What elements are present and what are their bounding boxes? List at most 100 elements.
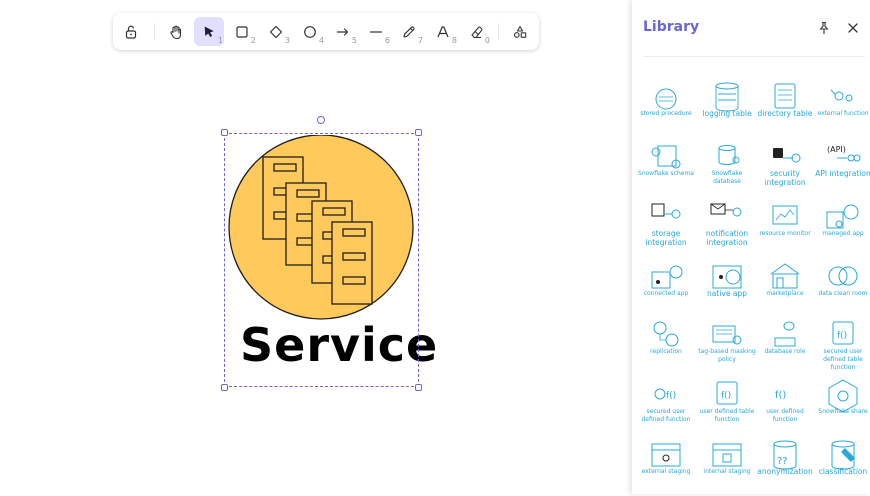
svg-text:f(): f(): [837, 331, 847, 341]
library-item-label: data clean room: [818, 290, 868, 297]
diamond-tool-button[interactable]: 3: [261, 17, 291, 46]
resize-handle-sw[interactable]: [221, 384, 228, 391]
rectangle-icon: [236, 25, 248, 38]
library-item-label: secured user defined table function: [823, 348, 863, 371]
library-item[interactable]: replication: [640, 318, 692, 376]
library-item-label: resource monitor: [759, 230, 811, 237]
library-item-label: native app: [707, 289, 747, 298]
library-title: Library: [643, 19, 700, 35]
rectangle-tool-button[interactable]: 2: [227, 17, 257, 46]
shortcut-number: 1: [217, 36, 223, 45]
unlock-icon: [125, 25, 137, 39]
hand-icon: [170, 25, 182, 39]
shortcut-number: 5: [351, 36, 357, 45]
library-item-label: external staging: [641, 468, 691, 475]
library-item[interactable]: internal staging: [701, 438, 753, 496]
pencil-icon: [403, 25, 415, 38]
circle-icon: [304, 25, 316, 38]
library-item-label: internal staging: [703, 468, 751, 475]
library-item[interactable]: directory table: [758, 80, 812, 138]
library-item[interactable]: stored procedure: [640, 80, 692, 138]
svg-text:(API): (API): [827, 145, 846, 154]
library-item[interactable]: resource monitor: [759, 200, 811, 258]
library-item-label: anonymization: [757, 467, 813, 476]
library-item[interactable]: storage integration: [640, 200, 692, 258]
diamond-icon: [269, 25, 283, 38]
text-icon: [437, 25, 449, 37]
arrow-right-icon: [336, 27, 349, 36]
resize-handle-nw[interactable]: [221, 129, 228, 136]
library-item-label: logging table: [702, 109, 752, 118]
line-icon: [369, 30, 383, 33]
library-item-label: classification: [818, 467, 868, 476]
ellipse-tool-button[interactable]: 4: [295, 17, 325, 46]
shortcut-number: 4: [318, 36, 324, 45]
library-item[interactable]: f() secured user defined table function: [817, 318, 869, 376]
shapes-library-icon: [513, 25, 527, 38]
library-item[interactable]: external function: [817, 80, 869, 138]
library-item[interactable]: managed app: [817, 200, 869, 258]
library-item[interactable]: Snowflake schema: [638, 140, 694, 198]
hand-tool-button[interactable]: [161, 17, 191, 46]
eraser-tool-button[interactable]: 0: [461, 17, 491, 46]
library-item[interactable]: native app: [701, 260, 753, 318]
rotation-handle[interactable]: [317, 116, 325, 124]
library-item[interactable]: connected app: [640, 260, 692, 318]
text-tool-button[interactable]: 8: [428, 17, 458, 46]
library-item-label: directory table: [757, 109, 813, 118]
toolbar-divider: [154, 23, 155, 40]
shortcut-number: 6: [384, 36, 390, 45]
eraser-icon: [471, 26, 483, 38]
library-item[interactable]: database role: [759, 318, 811, 376]
svg-text:f(): f(): [666, 391, 676, 401]
library-tool-button[interactable]: [505, 17, 535, 46]
library-item[interactable]: data clean room: [817, 260, 869, 318]
shortcut-number: 0: [484, 36, 490, 45]
draw-tool-button[interactable]: 7: [394, 17, 424, 46]
library-item[interactable]: notification integration: [701, 200, 753, 258]
library-item[interactable]: f() user defined function: [759, 378, 811, 436]
library-item-label: Snowflake share: [818, 408, 868, 415]
library-item[interactable]: Snowflake database: [701, 140, 753, 198]
lock-tool-button[interactable]: [116, 17, 146, 46]
library-divider: [643, 56, 865, 57]
library-item-label: stored procedure: [640, 110, 692, 117]
shortcut-number: 8: [451, 36, 457, 45]
library-item-label: Snowflake database: [711, 170, 743, 185]
library-item-label: replication: [650, 348, 682, 355]
library-item[interactable]: f() secured user defined function: [640, 378, 692, 436]
library-item[interactable]: classification: [817, 438, 869, 496]
library-item[interactable]: Snowflake share: [817, 378, 869, 436]
shortcut-number: 2: [250, 36, 256, 45]
library-item[interactable]: external staging: [640, 438, 692, 496]
library-item[interactable]: logging table: [701, 80, 753, 138]
close-icon[interactable]: [845, 20, 861, 36]
shortcut-number: 3: [284, 36, 290, 45]
library-item-label: database role: [764, 348, 806, 355]
resize-handle-ne[interactable]: [415, 129, 422, 136]
toolbar-divider: [498, 23, 499, 40]
arrow-tool-button[interactable]: 5: [328, 17, 358, 46]
library-item[interactable]: f() user defined table function: [700, 378, 754, 436]
line-tool-button[interactable]: 6: [361, 17, 391, 46]
library-item-label: Snowflake schema: [638, 170, 694, 177]
shortcut-number: 7: [417, 36, 423, 45]
library-item-label: marketplace: [766, 290, 804, 297]
library-item[interactable]: (API) API integration: [815, 140, 870, 198]
library-item-label: connected app: [643, 290, 689, 297]
library-item[interactable]: marketplace: [759, 260, 811, 318]
library-item[interactable]: tag-based masking policy: [698, 318, 756, 376]
main-toolbar: 1 2 3 4 5 6 7 8 0: [113, 13, 539, 50]
pointer-arrow-icon: [204, 26, 214, 37]
pin-icon[interactable]: [816, 20, 832, 36]
library-item-label: notification integration: [705, 229, 749, 247]
library-item-label: user defined function: [766, 408, 804, 423]
selection-tool-button[interactable]: 1: [194, 17, 224, 46]
resize-handle-se[interactable]: [415, 384, 422, 391]
library-item[interactable]: ?? anonymization: [757, 438, 813, 496]
drawing-canvas[interactable]: 1 2 3 4 5 6 7 8 0 Service: [0, 0, 632, 494]
library-item[interactable]: security integration: [759, 140, 811, 198]
library-item-label: managed app: [822, 230, 864, 237]
library-item-label: user defined table function: [699, 408, 755, 423]
svg-text:f(): f(): [721, 391, 731, 401]
